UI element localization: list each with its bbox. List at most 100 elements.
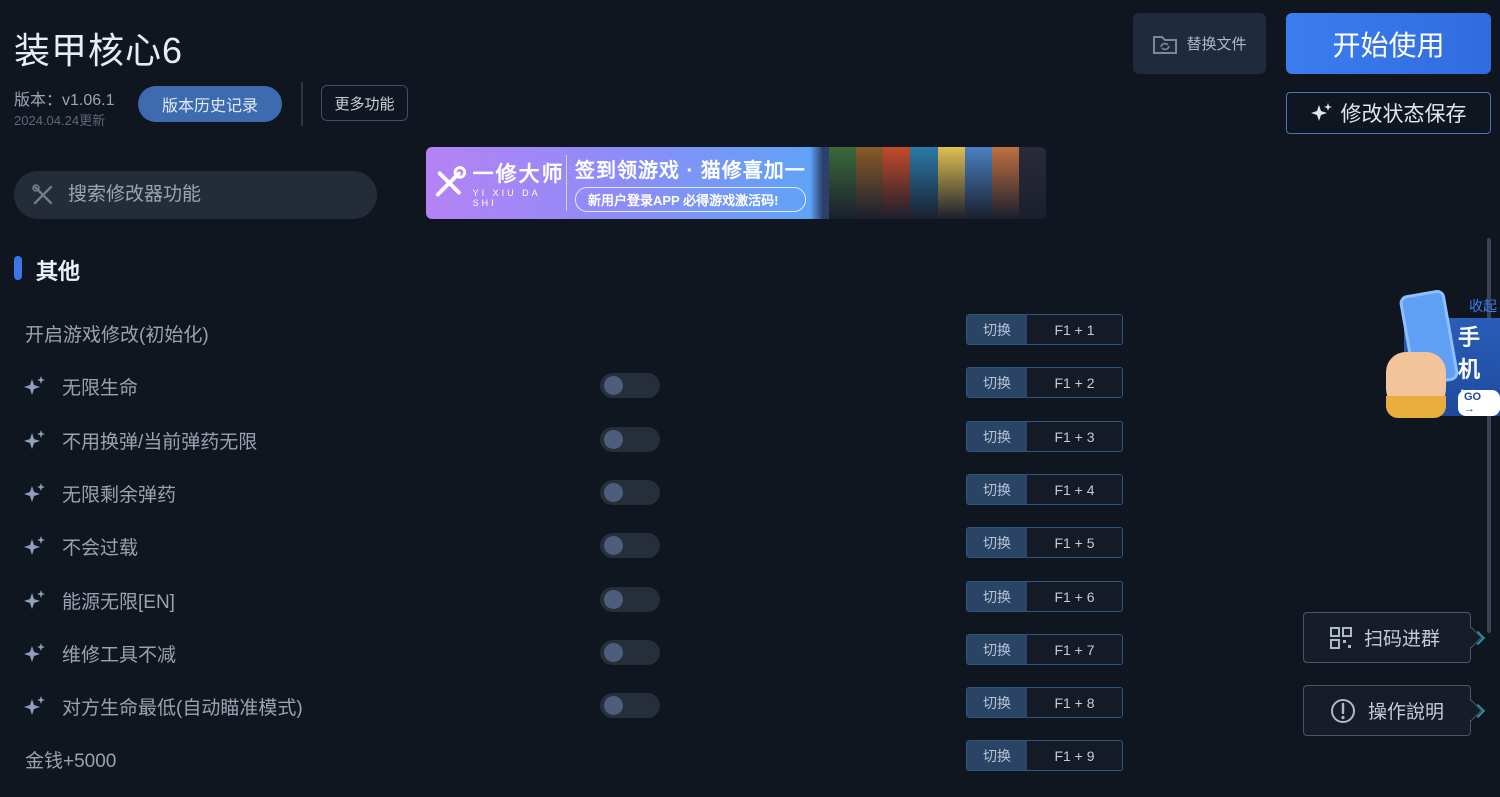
banner-art-tile [856, 147, 884, 219]
version-label: 版本：v1.06.1 [14, 92, 115, 109]
hotkey-mode-label: 切换 [967, 315, 1027, 344]
save-state-button[interactable]: 修改状态保存 [1286, 92, 1491, 134]
promo-collapse-link[interactable]: 收起 [1469, 296, 1497, 316]
hotkey-binding[interactable]: 切换 F1 + 3 [966, 421, 1123, 452]
sparkle-icon [24, 375, 46, 397]
cheat-toggle[interactable] [600, 533, 660, 558]
cheat-row: 能源无限[EN] 切换 F1 + 6 [0, 579, 1130, 619]
qr-group-button[interactable]: 扫码进群 [1303, 612, 1471, 663]
promo-banner[interactable]: 一修大师 YI XIU DA SHI 签到领游戏 · 猫修喜加一 新用户登录AP… [426, 147, 1046, 219]
section-marker [14, 256, 22, 280]
hotkey-binding[interactable]: 切换 F1 + 6 [966, 581, 1123, 612]
hotkey-binding[interactable]: 切换 F1 + 5 [966, 527, 1123, 558]
cheat-label: 维修工具不减 [62, 645, 177, 666]
hotkey-mode-label: 切换 [967, 635, 1027, 664]
hotkey-binding[interactable]: 切换 F1 + 9 [966, 740, 1123, 771]
qr-group-label: 扫码进群 [1364, 629, 1441, 650]
start-button[interactable]: 开始使用 [1286, 13, 1491, 74]
banner-art-tile [883, 147, 911, 219]
cuff-illustration [1386, 396, 1446, 418]
banner-art-tile [964, 147, 992, 219]
hotkey-binding[interactable]: 切换 F1 + 8 [966, 687, 1123, 718]
banner-logo: 一修大师 YI XIU DA SHI [426, 158, 566, 208]
banner-brand-name: 一修大师 [472, 163, 565, 186]
hotkey-mode-label: 切换 [967, 741, 1027, 770]
toggle-knob [604, 643, 623, 662]
header-divider [301, 82, 303, 126]
hotkey-mode-label: 切换 [967, 582, 1027, 611]
promo-go-button[interactable]: GO → [1458, 390, 1500, 416]
hotkey-key[interactable]: F1 + 6 [1027, 582, 1122, 611]
banner-game-art [829, 147, 1046, 219]
exclamation-circle-icon [1331, 698, 1355, 723]
hotkey-mode-label: 切换 [967, 368, 1027, 397]
banner-art-tile [1018, 147, 1046, 219]
cheat-toggle[interactable] [600, 480, 660, 505]
cheat-label: 不会过载 [62, 538, 139, 559]
banner-subline: 新用户登录APP 必得游戏激活码! [575, 187, 806, 212]
hotkey-binding[interactable]: 切换 F1 + 2 [966, 367, 1123, 398]
app-title: 装甲核心6 [14, 30, 184, 71]
cheat-row: 不用换弹/当前弹药无限 切换 F1 + 3 [0, 419, 1130, 459]
version-history-button[interactable]: 版本历史记录 [138, 86, 282, 122]
cheat-row: 金钱+5000 切换 F1 + 9 [0, 738, 1130, 778]
hotkey-key[interactable]: F1 + 3 [1027, 422, 1122, 451]
cheat-row: 不会过载 切换 F1 + 5 [0, 525, 1130, 565]
hotkey-binding[interactable]: 切换 F1 + 1 [966, 314, 1123, 345]
search-input[interactable] [68, 184, 338, 206]
cheat-row: 开启游戏修改(初始化) 切换 F1 + 1 [0, 312, 1130, 352]
hotkey-key[interactable]: F1 + 7 [1027, 635, 1122, 664]
section-title: 其他 [36, 259, 81, 284]
banner-art-tile [937, 147, 965, 219]
sparkle-icon [24, 429, 46, 451]
more-features-button[interactable]: 更多功能 [321, 85, 408, 121]
instructions-button[interactable]: 操作說明 [1303, 685, 1471, 736]
cheat-toggle[interactable] [600, 427, 660, 452]
hotkey-key[interactable]: F1 + 8 [1027, 688, 1122, 717]
banner-brand-pinyin: YI XIU DA SHI [472, 188, 541, 208]
cheat-label: 无限剩余弹药 [62, 485, 177, 506]
cheat-label: 开启游戏修改(初始化) [25, 325, 209, 346]
toggle-knob [604, 430, 623, 449]
hotkey-key[interactable]: F1 + 4 [1027, 475, 1122, 504]
cheat-label: 无限生命 [62, 378, 139, 399]
replace-file-label: 替换文件 [1186, 36, 1247, 53]
sparkle-icon [1310, 103, 1332, 121]
hotkey-mode-label: 切换 [967, 422, 1027, 451]
hotkey-key[interactable]: F1 + 9 [1027, 741, 1122, 770]
hotkey-binding[interactable]: 切换 F1 + 7 [966, 634, 1123, 665]
cheat-toggle[interactable] [600, 373, 660, 398]
hotkey-key[interactable]: F1 + 1 [1027, 315, 1122, 344]
sparkle-icon [24, 695, 46, 717]
cheat-row: 无限剩余弹药 切换 F1 + 4 [0, 472, 1130, 512]
search-bar[interactable] [14, 171, 377, 219]
toggle-knob [604, 696, 623, 715]
cheat-label: 金钱+5000 [25, 751, 117, 772]
qr-code-icon [1330, 626, 1352, 649]
cheat-toggle[interactable] [600, 693, 660, 718]
hotkey-key[interactable]: F1 + 5 [1027, 528, 1122, 557]
replace-file-button[interactable]: 替换文件 [1133, 13, 1266, 74]
cheat-toggle[interactable] [600, 640, 660, 665]
hotkey-mode-label: 切换 [967, 528, 1027, 557]
hotkey-binding[interactable]: 切换 F1 + 4 [966, 474, 1123, 505]
toggle-knob [604, 536, 623, 555]
cheat-label: 不用换弹/当前弹药无限 [62, 432, 258, 453]
banner-art-tile [910, 147, 938, 219]
folder-sync-icon [1153, 35, 1178, 54]
cheat-label: 能源无限[EN] [62, 592, 175, 613]
toggle-knob [604, 590, 623, 609]
sparkle-icon [24, 482, 46, 504]
hotkey-key[interactable]: F1 + 2 [1027, 368, 1122, 397]
cheat-row: 维修工具不减 切换 F1 + 7 [0, 632, 1130, 672]
banner-headline: 签到领游戏 · 猫修喜加一 [575, 160, 806, 182]
phone-control-promo[interactable]: 收起 手机 控制 GO → [1384, 290, 1500, 420]
cheat-label: 对方生命最低(自动瞄准模式) [62, 698, 303, 719]
tools-icon [435, 166, 467, 197]
sparkle-icon [24, 642, 46, 664]
banner-art-tile [991, 147, 1019, 219]
toggle-knob [604, 376, 623, 395]
update-date: 2024.04.24更新 [14, 113, 106, 128]
cheat-toggle[interactable] [600, 587, 660, 612]
cheat-row: 无限生命 切换 F1 + 2 [0, 365, 1130, 405]
